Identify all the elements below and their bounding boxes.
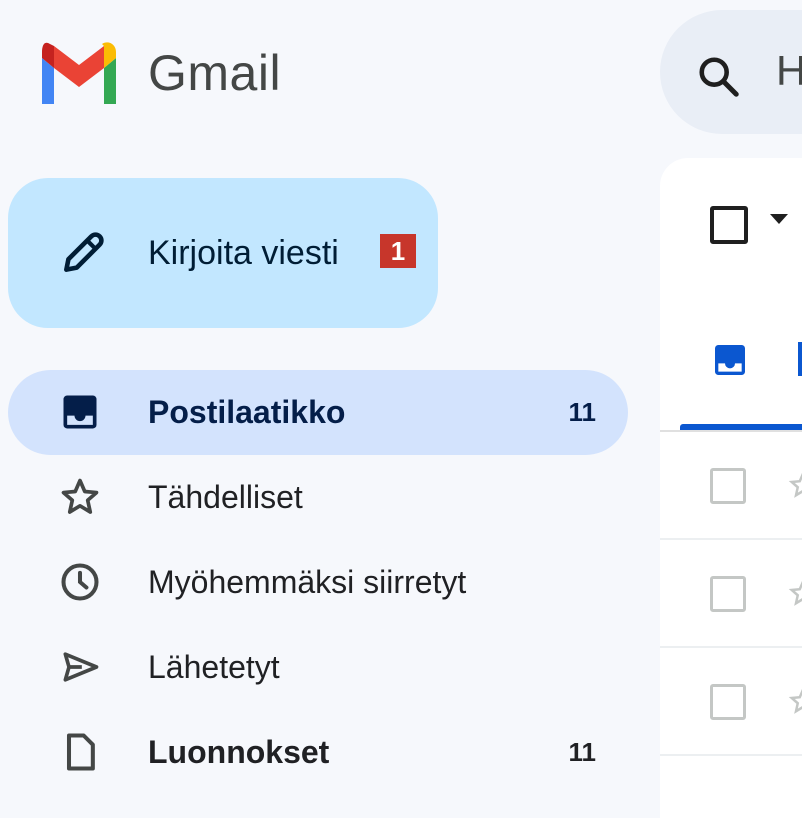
tab-next-icon[interactable]: [798, 342, 802, 376]
compose-label: Kirjoita viesti: [148, 234, 339, 272]
message-row[interactable]: [660, 432, 802, 540]
select-dropdown-caret-icon[interactable]: [770, 214, 788, 224]
sidebar-item-label: Postilaatikko: [148, 394, 346, 430]
search-icon[interactable]: [696, 54, 742, 100]
draft-count: 11: [568, 737, 597, 767]
message-row[interactable]: [660, 648, 802, 756]
sidebar-item-label: Lähetetyt: [148, 649, 280, 685]
pencil-icon: [64, 232, 104, 272]
tab-primary-inbox-icon[interactable]: [708, 340, 752, 380]
sidebar-item-drafts[interactable]: Luonnokset 11: [8, 710, 628, 795]
select-all-checkbox[interactable]: [710, 206, 748, 244]
gmail-m-icon: [42, 42, 116, 104]
sidebar-item-starred[interactable]: Tähdelliset: [8, 455, 628, 540]
sidebar-nav: Postilaatikko 11 Tähdelliset Myöhemmäksi…: [8, 370, 628, 795]
message-checkbox[interactable]: [710, 468, 746, 504]
sidebar-item-label: Tähdelliset: [148, 479, 303, 515]
message-checkbox[interactable]: [710, 576, 746, 612]
sidebar-item-snoozed[interactable]: Myöhemmäksi siirretyt: [8, 540, 628, 625]
inbox-icon: [63, 395, 97, 429]
app-brand: Gmail: [148, 45, 282, 101]
message-checkbox[interactable]: [710, 684, 746, 720]
sidebar-item-inbox[interactable]: Postilaatikko 11: [8, 370, 628, 455]
send-icon: [63, 652, 99, 682]
star-toggle-icon[interactable]: [788, 578, 802, 608]
sidebar-item-label: Luonnokset: [148, 734, 330, 770]
star-toggle-icon[interactable]: [788, 470, 802, 500]
sidebar-item-sent[interactable]: Lähetetyt: [8, 625, 628, 710]
clock-icon: [61, 563, 99, 601]
annotation-marker: 1: [380, 234, 416, 268]
gmail-logo[interactable]: [36, 38, 122, 104]
star-icon: [61, 478, 99, 514]
star-toggle-icon[interactable]: [788, 686, 802, 716]
sidebar-item-label: Myöhemmäksi siirretyt: [148, 564, 467, 600]
draft-icon: [66, 733, 95, 771]
compose-button[interactable]: Kirjoita viesti: [8, 178, 438, 328]
tab-active-indicator: [680, 424, 802, 430]
message-row[interactable]: [660, 540, 802, 648]
search-input-placeholder[interactable]: H: [776, 46, 802, 96]
unread-count: 11: [568, 397, 597, 427]
